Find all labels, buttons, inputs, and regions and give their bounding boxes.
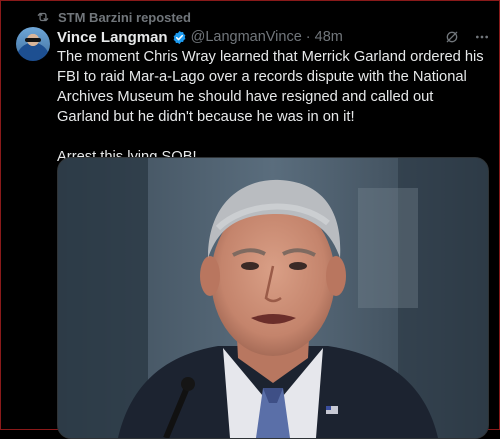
repost-label: STM Barzini reposted [58,9,191,25]
author-handle[interactable]: @LangmanVince [191,29,302,45]
grok-icon[interactable] [444,29,460,45]
post-text: The moment Chris Wray learned that Merri… [57,47,487,167]
post-timestamp[interactable]: 48m [315,29,343,45]
repost-icon [36,10,50,24]
post-photo[interactable] [57,157,489,439]
repost-indicator[interactable]: STM Barzini reposted [36,9,191,25]
verified-badge-icon [172,30,187,45]
more-options-icon[interactable] [474,29,490,45]
avatar[interactable] [16,27,50,61]
author-name[interactable]: Vince Langman [57,29,168,46]
post-actions-top [444,29,490,45]
post-header: Vince Langman @LangmanVince · 48m [57,28,490,46]
separator-dot: · [305,29,311,45]
post-text-paragraph: The moment Chris Wray learned that Merri… [57,49,484,125]
